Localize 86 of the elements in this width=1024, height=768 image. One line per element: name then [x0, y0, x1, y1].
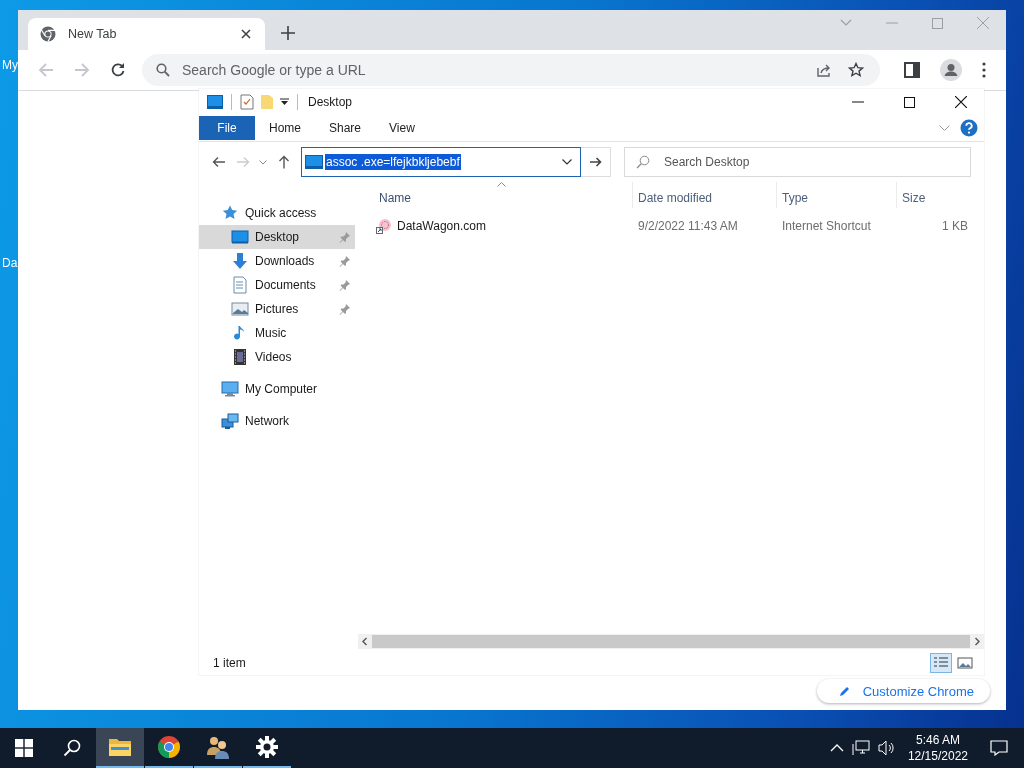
reload-icon[interactable]: [110, 62, 126, 78]
address-field[interactable]: assoc .exe=lfejkbkljebebf: [301, 147, 581, 177]
folder-icon: [108, 736, 132, 758]
chrome-icon: [40, 26, 56, 42]
pin-icon: [339, 231, 351, 243]
window-title: Desktop: [308, 95, 353, 109]
nav-item[interactable]: Quick access: [199, 201, 355, 225]
volume-icon[interactable]: [877, 740, 896, 756]
close-icon[interactable]: [955, 96, 967, 108]
clock[interactable]: 5:46 AM 12/15/2022: [899, 733, 976, 763]
nav-item[interactable]: Network: [199, 409, 355, 433]
table-cell-text: 1 KB: [941, 219, 969, 233]
film-strip-icon: [231, 348, 249, 366]
picture-icon: [957, 656, 973, 670]
column-header[interactable]: Type: [776, 182, 896, 208]
chrome-icon: [157, 735, 181, 759]
scroll-left-icon[interactable]: [361, 637, 368, 646]
people-icon: [205, 735, 231, 759]
ribbon-tab[interactable]: View: [375, 116, 429, 140]
monitor-icon: [305, 155, 323, 169]
ribbon-tab[interactable]: Share: [315, 116, 376, 140]
network-icon[interactable]: [851, 740, 870, 756]
shortcut-file-icon: [376, 218, 392, 234]
star-icon: [221, 204, 239, 222]
list-icon: [933, 656, 949, 670]
dropdown-icon[interactable]: [280, 98, 289, 106]
ribbon-tab[interactable]: Home: [255, 116, 315, 140]
windows-logo-icon: [15, 739, 33, 757]
pin-icon: [339, 279, 351, 291]
close-icon[interactable]: [241, 29, 251, 39]
chevron-down-icon[interactable]: [562, 159, 572, 165]
right-arrow-icon: [589, 157, 602, 167]
column-header[interactable]: Name: [374, 182, 632, 208]
chevron-up-icon[interactable]: [829, 744, 844, 752]
table-cell-text: 9/2/2022 11:43 AM: [637, 219, 739, 233]
nav-item[interactable]: Desktop: [199, 225, 355, 249]
pin-icon: [339, 255, 351, 267]
nav-item[interactable]: Pictures: [199, 297, 355, 321]
up-arrow-icon[interactable]: [278, 155, 290, 169]
search-icon: [156, 63, 170, 77]
pin-icon: [339, 303, 351, 315]
menu-icon[interactable]: [982, 62, 986, 78]
notification-icon[interactable]: [990, 740, 1008, 756]
column-header[interactable]: Date modified: [632, 182, 776, 208]
profile-icon[interactable]: [940, 59, 962, 81]
nav-item[interactable]: My Computer: [199, 377, 355, 401]
pencil-icon: [838, 685, 851, 697]
star-icon[interactable]: [848, 62, 864, 78]
scroll-right-icon[interactable]: [974, 637, 981, 646]
maximize-icon[interactable]: [904, 96, 915, 108]
search-icon: [636, 155, 650, 169]
item-count: 1 item: [213, 656, 246, 670]
monitor-icon: [207, 95, 223, 109]
table-cell-text: Internet Shortcut: [781, 219, 872, 233]
checkmark-document-icon[interactable]: [240, 94, 254, 110]
computer-icon: [221, 380, 239, 398]
help-icon[interactable]: [960, 119, 978, 137]
back-arrow-icon[interactable]: [212, 156, 226, 168]
monitor-icon: [231, 228, 249, 246]
search-icon: [63, 739, 81, 757]
clock-date: 12/15/2022: [907, 749, 968, 763]
picture-frame-icon: [231, 300, 249, 318]
document-icon: [231, 276, 249, 294]
nav-item[interactable]: Music: [199, 321, 355, 345]
address-bar[interactable]: Search Google or type a URL: [142, 54, 880, 86]
down-arrow-icon: [231, 252, 249, 270]
customize-button[interactable]: Customize Chrome: [816, 679, 990, 703]
column-header[interactable]: Size: [896, 182, 974, 208]
gear-icon: [256, 736, 278, 758]
file-menu-button[interactable]: File: [199, 116, 255, 140]
go-button[interactable]: [581, 147, 611, 177]
clock-time: 5:46 AM: [915, 733, 960, 747]
file-name[interactable]: DataWagon.com: [397, 219, 486, 233]
horizontal-scrollbar[interactable]: [358, 634, 984, 649]
taskbar-app-button[interactable]: [96, 728, 144, 768]
share-icon[interactable]: [816, 62, 832, 78]
sort-caret-icon: [497, 182, 506, 187]
side-panel-icon[interactable]: [904, 62, 920, 78]
browser-tab[interactable]: New Tab: [28, 18, 265, 50]
nav-item[interactable]: Documents: [199, 273, 355, 297]
nav-item[interactable]: Downloads: [199, 249, 355, 273]
new-tab-icon[interactable]: [281, 26, 295, 40]
nav-item[interactable]: Videos: [199, 345, 355, 369]
details-view-button[interactable]: [930, 653, 952, 673]
network-icon: [221, 412, 239, 430]
search-field[interactable]: Search Desktop: [624, 147, 971, 177]
